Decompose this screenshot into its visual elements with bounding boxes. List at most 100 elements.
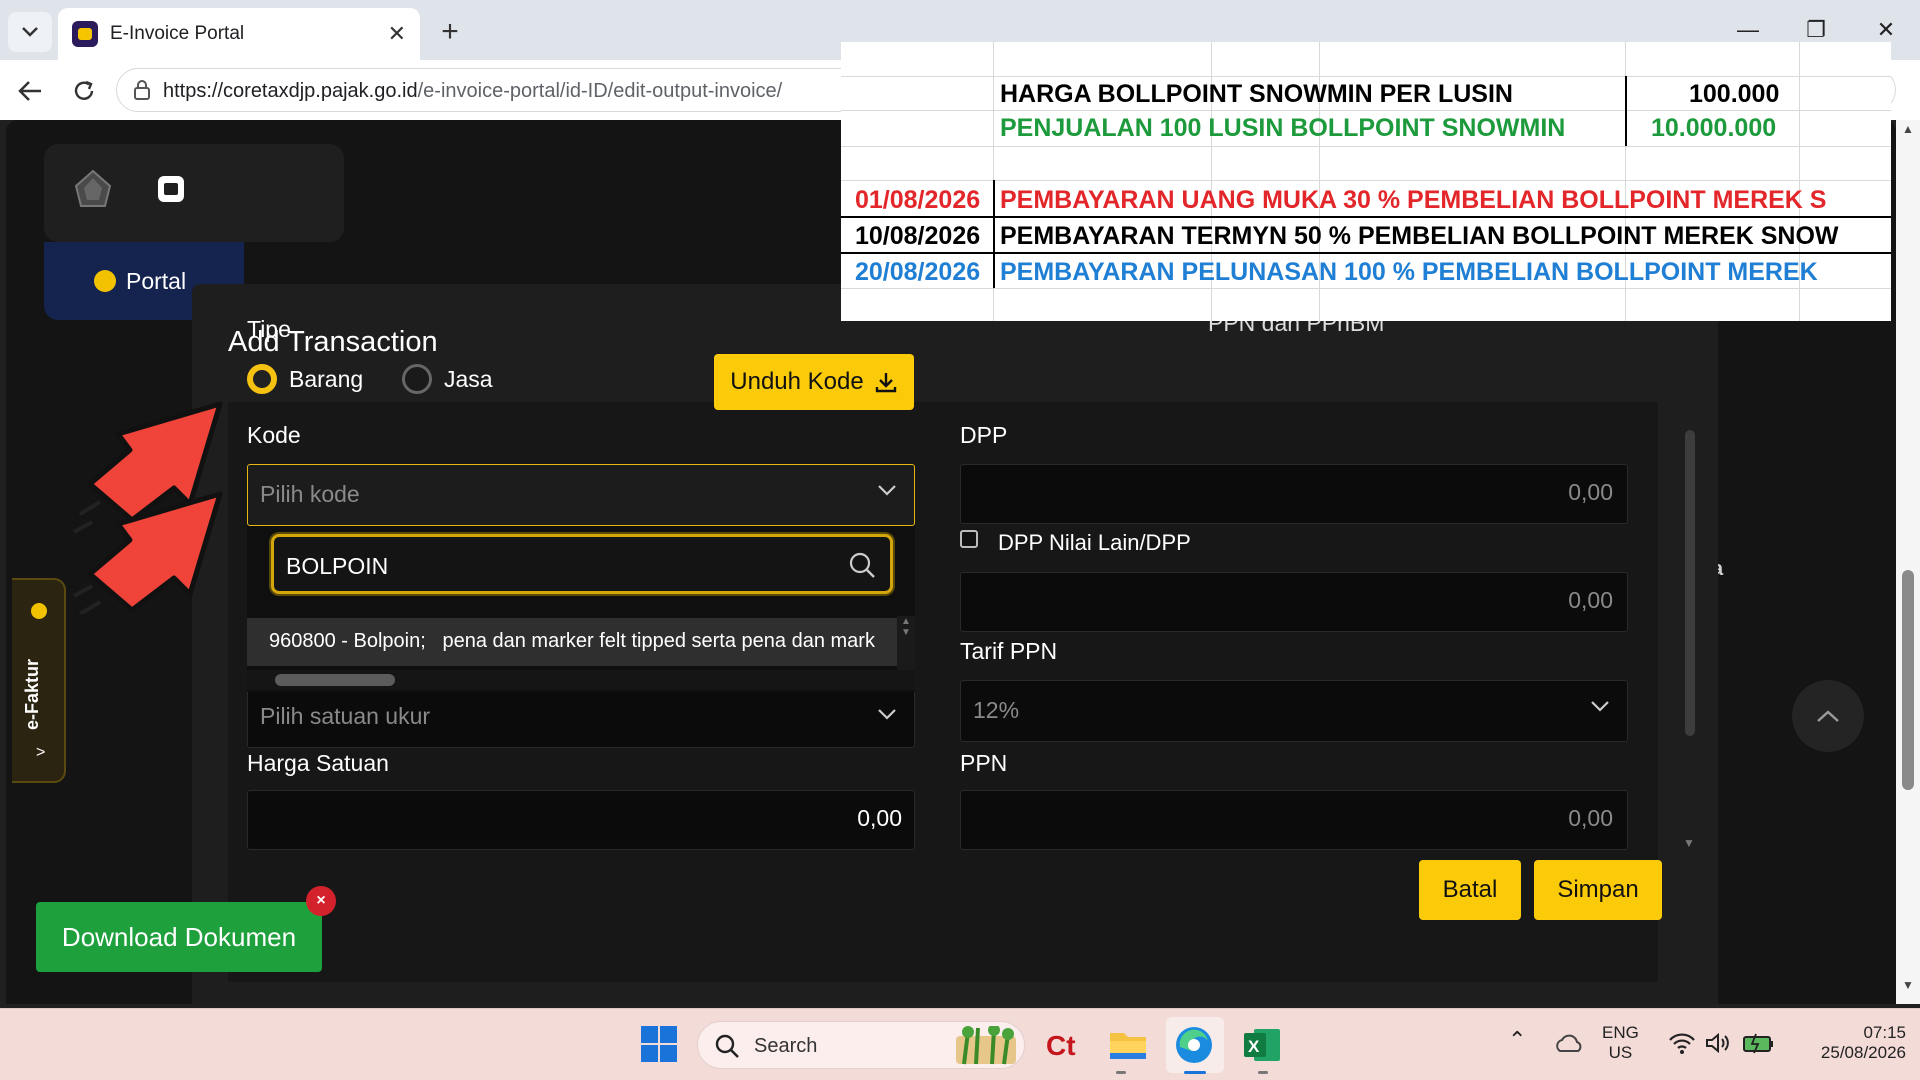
close-download-button[interactable]: × xyxy=(306,886,336,916)
portal-header xyxy=(44,144,344,242)
url-path: /e-invoice-portal/id-ID/edit-output-invo… xyxy=(417,80,783,102)
efaktur-label: e-Faktur xyxy=(22,658,42,730)
kode-search-input[interactable]: BOLPOIN xyxy=(271,534,893,594)
scroll-down-arrow[interactable]: ▼ xyxy=(1683,836,1695,850)
volume-icon[interactable] xyxy=(1704,1031,1732,1055)
download-dokumen-button[interactable]: Download Dokumen xyxy=(36,902,322,972)
tray-overflow-icon[interactable]: ⌃ xyxy=(1508,1027,1526,1053)
url-host: https://coretaxdjp.pajak.go.id xyxy=(163,80,418,102)
keyboard-region: US xyxy=(1608,1043,1633,1062)
search-icon xyxy=(715,1034,739,1058)
clock[interactable]: 07:15 25/08/2026 xyxy=(1786,1023,1906,1063)
windows-start-icon[interactable] xyxy=(640,1025,678,1063)
dropdown-horizontal-scrollbar[interactable] xyxy=(247,670,915,690)
windows-taskbar: Search Ct X ⌃ ENG US 07:15 25/08/2026 xyxy=(0,1008,1920,1080)
browser-tab-active[interactable]: E-Invoice Portal ✕ xyxy=(58,8,420,60)
dpp-input[interactable]: 0,00 xyxy=(960,464,1628,524)
clock-time: 07:15 xyxy=(1863,1023,1906,1042)
batal-button[interactable]: Batal xyxy=(1419,860,1521,920)
radio-barang-label[interactable]: Barang xyxy=(289,366,363,393)
tipe-label: Tipe xyxy=(247,316,291,342)
kode-label: Kode xyxy=(247,422,301,448)
tarif-ppn-value: 12% xyxy=(973,697,1020,723)
sheet-row4-date: 10/08/2026 xyxy=(855,222,981,250)
radio-jasa[interactable] xyxy=(402,364,432,394)
dpp-value: 0,00 xyxy=(1568,479,1613,505)
page-scrollbar[interactable]: ▲ ▼ xyxy=(1896,120,1920,1004)
taskbar-search-label: Search xyxy=(754,1035,818,1057)
language-indicator[interactable]: ENG US xyxy=(1602,1023,1639,1063)
radio-jasa-label[interactable]: Jasa xyxy=(444,366,493,393)
file-explorer-icon[interactable] xyxy=(1106,1023,1150,1067)
taskbar-search[interactable]: Search xyxy=(697,1021,1025,1069)
onedrive-icon[interactable] xyxy=(1554,1031,1584,1057)
svg-text:X: X xyxy=(1248,1037,1260,1056)
sheet-row3-text: PEMBAYARAN UANG MUKA 30 % PEMBELIAN BOLL… xyxy=(1000,186,1827,214)
spreadsheet-overlay: HARGA BOLLPOINT SNOWMIN PER LUSIN 100.00… xyxy=(841,42,1891,321)
tab-close-icon[interactable]: ✕ xyxy=(388,21,406,47)
unduh-kode-button[interactable]: Unduh Kode xyxy=(714,354,914,410)
chevron-down-icon xyxy=(22,27,38,37)
ppn-input[interactable]: 0,00 xyxy=(960,790,1628,850)
tarif-ppn-label: Tarif PPN xyxy=(960,638,1058,664)
kode-option[interactable]: 960800 - Bolpoin; pena dan marker felt t… xyxy=(247,618,897,666)
kode-select[interactable]: Pilih kode xyxy=(247,464,915,526)
sheet-row5-text: PEMBAYARAN PELUNASAN 100 % PEMBELIAN BOL… xyxy=(1000,258,1818,286)
dpp-nilai-lain-input[interactable]: 0,00 xyxy=(960,572,1628,632)
scroll-to-top-button[interactable] xyxy=(1792,680,1864,752)
dpp-nilai-lain-value: 0,00 xyxy=(1568,587,1613,613)
djp-emblem-icon xyxy=(74,169,112,207)
battery-icon[interactable] xyxy=(1742,1031,1776,1055)
back-button[interactable] xyxy=(12,74,48,108)
sidebar-item-label: Portal xyxy=(126,267,187,294)
tab-title: E-Invoice Portal xyxy=(110,23,245,44)
dropdown-horizontal-thumb[interactable] xyxy=(275,674,395,686)
page-scrollbar-thumb[interactable] xyxy=(1902,570,1914,790)
excel-icon[interactable]: X xyxy=(1240,1023,1284,1067)
coretax-app-icon[interactable]: Ct xyxy=(1042,1023,1086,1067)
kode-search-value: BOLPOIN xyxy=(286,553,389,579)
language-code: ENG xyxy=(1602,1023,1639,1042)
efaktur-arrow: > xyxy=(36,744,46,761)
sheet-row5-date: 20/08/2026 xyxy=(855,258,981,286)
sheet-row1-value: 100.000 xyxy=(1689,80,1780,108)
tab-list-button[interactable] xyxy=(8,12,52,52)
clock-date: 25/08/2026 xyxy=(1820,1043,1906,1062)
edge-browser-icon[interactable] xyxy=(1172,1023,1216,1067)
harga-satuan-label: Harga Satuan xyxy=(247,750,389,776)
sheet-row3-date: 01/08/2026 xyxy=(855,186,981,214)
portal-coin-icon xyxy=(94,270,116,292)
modal-scrollbar[interactable]: ▼ xyxy=(1681,320,1699,860)
satuan-placeholder: Pilih satuan ukur xyxy=(260,703,431,729)
efaktur-icon xyxy=(31,603,47,619)
chevron-down-icon xyxy=(878,485,896,496)
tarif-ppn-select[interactable]: 12% xyxy=(960,680,1628,742)
chevron-down-icon xyxy=(1591,701,1609,712)
new-tab-button[interactable]: + xyxy=(430,12,470,52)
ppn-label: PPN xyxy=(960,750,1008,776)
dropdown-vertical-scrollbar[interactable]: ▲ ▼ xyxy=(897,616,915,670)
chevron-up-icon xyxy=(1817,710,1839,722)
harga-satuan-input[interactable]: 0,00 xyxy=(247,790,915,850)
url-text: https://coretaxdjp.pajak.go.id/e-invoice… xyxy=(163,80,782,103)
sheet-row4-text: PEMBAYARAN TERMYN 50 % PEMBELIAN BOLLPOI… xyxy=(1000,222,1839,250)
satuan-ukur-select[interactable]: Pilih satuan ukur xyxy=(247,688,915,748)
modal-scrollbar-thumb[interactable] xyxy=(1685,430,1695,736)
sheet-row1-label: HARGA BOLLPOINT SNOWMIN PER LUSIN xyxy=(1000,80,1513,108)
dpp-nilai-lain-checkbox[interactable] xyxy=(960,530,978,548)
scroll-up-arrow[interactable]: ▲ xyxy=(1902,122,1914,136)
reload-icon xyxy=(74,80,94,100)
search-icon xyxy=(849,552,875,578)
simpan-button[interactable]: Simpan xyxy=(1534,860,1662,920)
scroll-down-arrow[interactable]: ▼ xyxy=(1902,978,1914,992)
arrow-left-icon xyxy=(18,81,41,101)
efaktur-side-tab[interactable]: e-Faktur > xyxy=(12,578,66,783)
harga-satuan-value: 0,00 xyxy=(857,805,902,831)
ppn-value: 0,00 xyxy=(1568,805,1613,831)
dpp-label: DPP xyxy=(960,422,1008,448)
dpp-nilai-lain-label: DPP Nilai Lain/DPP xyxy=(998,530,1191,555)
reload-button[interactable] xyxy=(66,74,102,108)
portal-favicon-icon xyxy=(72,21,98,47)
wifi-icon[interactable] xyxy=(1668,1031,1696,1055)
search-highlight-icon xyxy=(956,1026,1016,1065)
